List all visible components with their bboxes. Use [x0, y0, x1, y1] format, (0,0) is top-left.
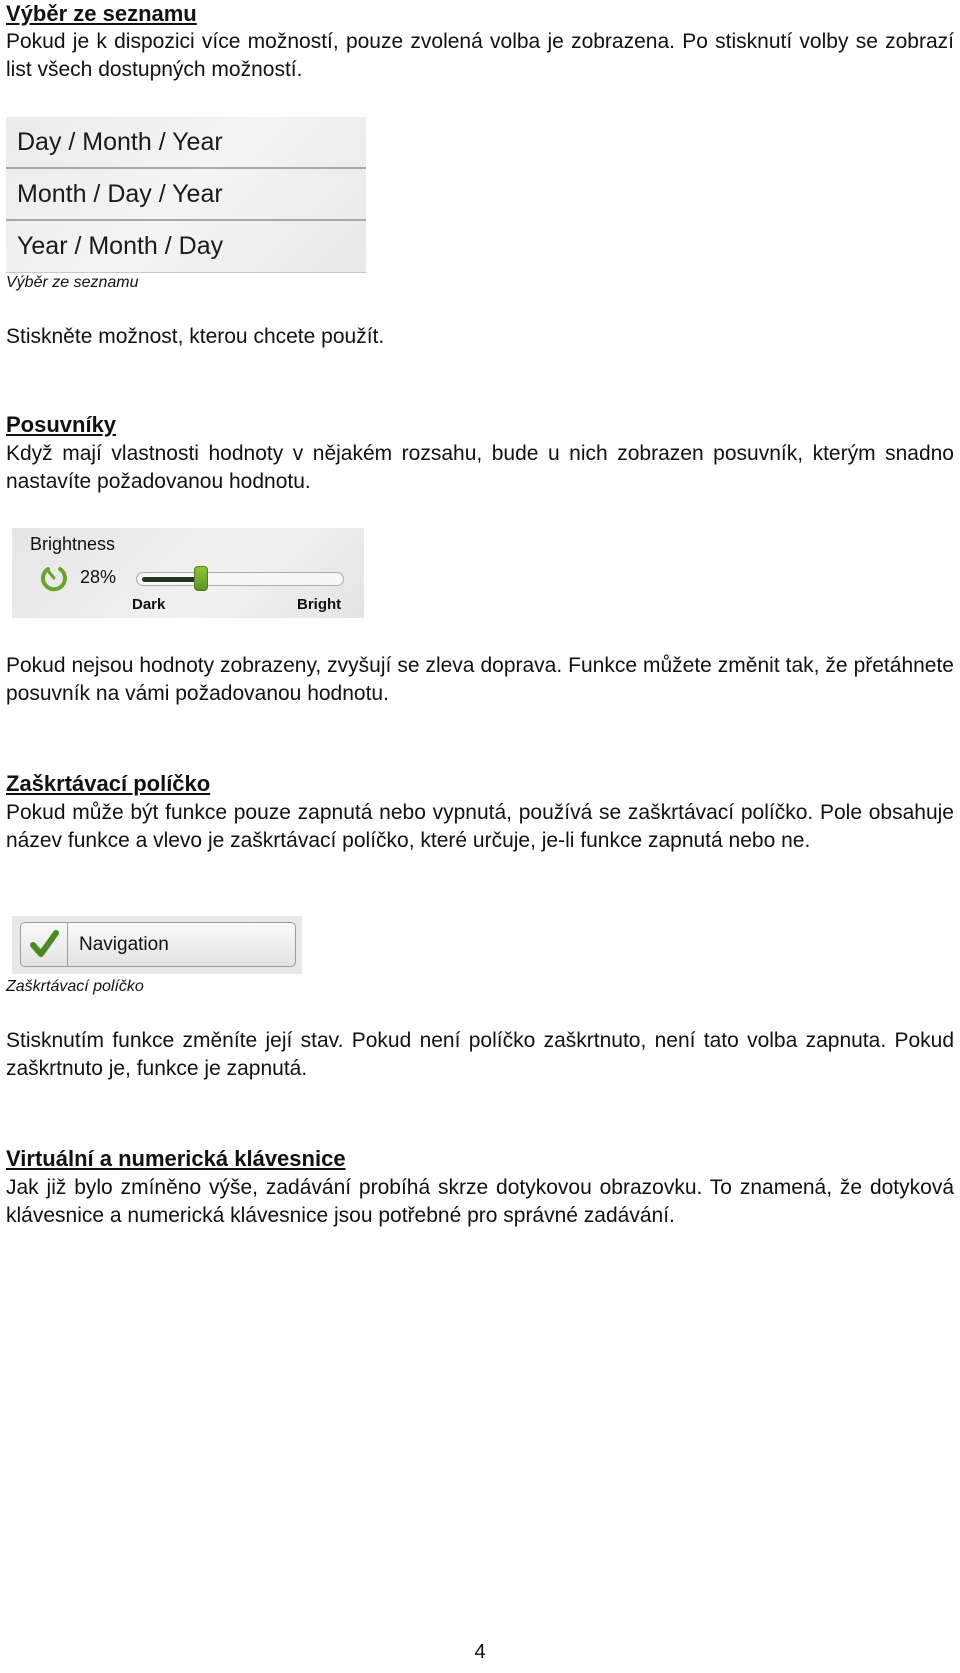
checkbox-example: Navigation: [12, 916, 302, 974]
slider-track[interactable]: [136, 566, 344, 591]
heading-list-selection: Výběr ze seznamu: [6, 1, 197, 26]
checkbox-label: Navigation: [79, 934, 169, 955]
brightness-dial-icon: [41, 567, 67, 592]
list-option[interactable]: Day / Month / Year: [6, 117, 366, 169]
paragraph-checkbox-after: Stisknutím funkce změníte její stav. Pok…: [6, 1029, 954, 1080]
navigation-checkbox[interactable]: Navigation: [20, 922, 296, 967]
paragraph-slider-after: Pokud nejsou hodnoty zobrazeny, zvyšují …: [6, 654, 954, 705]
heading-keyboard: Virtuální a numerická klávesnice: [6, 1146, 346, 1171]
list-picker: Day / Month / Year Month / Day / Year Ye…: [6, 117, 366, 273]
paragraph-keyboard: Jak již bylo zmíněno výše, zadávání prob…: [6, 1176, 954, 1227]
checkbox-square[interactable]: [21, 923, 68, 966]
list-option[interactable]: Month / Day / Year: [6, 169, 366, 221]
caption-list: Výběr ze seznamu: [6, 274, 139, 291]
paragraph-checkbox-intro: Pokud může být funkce pouze zapnutá nebo…: [6, 801, 954, 852]
paragraph-slider-intro: Když mají vlastnosti hodnoty v nějakém r…: [6, 442, 954, 493]
paragraph-list-intro: Pokud je k dispozici více možností, pouz…: [6, 30, 954, 81]
slider-thumb[interactable]: [194, 566, 208, 591]
heading-checkbox: Zaškrtávací políčko: [6, 771, 211, 796]
checkmark-icon: [30, 930, 59, 957]
heading-sliders: Posuvníky: [6, 412, 117, 437]
page-number: 4: [474, 1641, 486, 1663]
slider-max-label: Bright: [297, 596, 342, 613]
slider-value: 28%: [80, 567, 117, 587]
list-option[interactable]: Year / Month / Day: [6, 221, 366, 273]
brightness-slider-panel: Brightness 28% Dark Bright: [12, 528, 364, 618]
paragraph-list-after: Stiskněte možnost, kterou chcete použít.: [6, 325, 385, 348]
slider-min-label: Dark: [132, 596, 166, 613]
slider-title: Brightness: [30, 534, 116, 554]
caption-checkbox: Zaškrtávací políčko: [6, 978, 144, 995]
slider-fill: [142, 577, 200, 582]
